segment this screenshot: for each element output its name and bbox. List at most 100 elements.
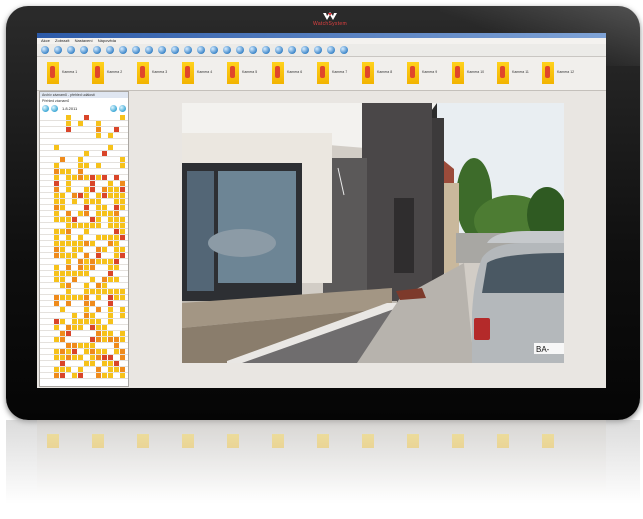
event-cell[interactable]	[108, 367, 113, 372]
event-cell[interactable]	[102, 187, 107, 192]
event-cell[interactable]	[114, 241, 119, 246]
event-cell[interactable]	[108, 265, 113, 270]
event-cell[interactable]	[90, 325, 95, 330]
camera-thumbnail[interactable]: Kamera 11	[497, 62, 541, 84]
camera-thumbnail[interactable]: Kamera 9	[407, 62, 451, 84]
event-cell[interactable]	[54, 295, 59, 300]
camera-thumbnail[interactable]: Kamera 6	[272, 62, 316, 84]
toolbar-button[interactable]	[262, 46, 270, 54]
event-cell[interactable]	[96, 349, 101, 354]
event-cell[interactable]	[66, 271, 71, 276]
event-cell[interactable]	[102, 259, 107, 264]
event-cell[interactable]	[96, 127, 101, 132]
event-cell[interactable]	[84, 151, 89, 156]
event-cell[interactable]	[66, 235, 71, 240]
event-cell[interactable]	[102, 193, 107, 198]
event-cell[interactable]	[66, 301, 71, 306]
event-cell[interactable]	[66, 343, 71, 348]
event-cell[interactable]	[72, 241, 77, 246]
event-cell[interactable]	[54, 205, 59, 210]
event-cell[interactable]	[54, 217, 59, 222]
event-cell[interactable]	[84, 307, 89, 312]
event-cell[interactable]	[60, 193, 65, 198]
event-cell[interactable]	[108, 319, 113, 324]
event-cell[interactable]	[54, 199, 59, 204]
toolbar-button[interactable]	[67, 46, 75, 54]
event-cell[interactable]	[96, 205, 101, 210]
event-cell[interactable]	[96, 193, 101, 198]
event-cell[interactable]	[108, 289, 113, 294]
event-cell[interactable]	[66, 127, 71, 132]
event-cell[interactable]	[60, 157, 65, 162]
event-cell[interactable]	[78, 163, 83, 168]
event-cell[interactable]	[114, 247, 119, 252]
event-cell[interactable]	[66, 283, 71, 288]
event-cell[interactable]	[108, 241, 113, 246]
event-cell[interactable]	[102, 373, 107, 378]
event-cell[interactable]	[114, 127, 119, 132]
event-cell[interactable]	[54, 325, 59, 330]
camera-view[interactable]: BA-	[182, 103, 564, 363]
event-cell[interactable]	[114, 193, 119, 198]
event-cell[interactable]	[66, 115, 71, 120]
event-cell[interactable]	[66, 331, 71, 336]
event-cell[interactable]	[114, 343, 119, 348]
event-cell[interactable]	[120, 115, 125, 120]
event-cell[interactable]	[54, 277, 59, 282]
event-cell[interactable]	[102, 175, 107, 180]
event-cell[interactable]	[78, 247, 83, 252]
event-cell[interactable]	[108, 331, 113, 336]
event-cell[interactable]	[108, 301, 113, 306]
event-cell[interactable]	[120, 187, 125, 192]
event-cell[interactable]	[90, 349, 95, 354]
event-cell[interactable]	[84, 199, 89, 204]
event-cell[interactable]	[84, 193, 89, 198]
event-cell[interactable]	[108, 181, 113, 186]
event-cell[interactable]	[90, 181, 95, 186]
event-cell[interactable]	[84, 241, 89, 246]
event-cell[interactable]	[120, 205, 125, 210]
event-cell[interactable]	[96, 307, 101, 312]
event-cell[interactable]	[114, 211, 119, 216]
event-cell[interactable]	[84, 229, 89, 234]
event-cell[interactable]	[66, 295, 71, 300]
event-cell[interactable]	[84, 295, 89, 300]
event-cell[interactable]	[60, 283, 65, 288]
event-cell[interactable]	[72, 217, 77, 222]
event-cell[interactable]	[108, 307, 113, 312]
event-cell[interactable]	[90, 289, 95, 294]
event-cell[interactable]	[66, 181, 71, 186]
event-cell[interactable]	[108, 223, 113, 228]
event-cell[interactable]	[72, 373, 77, 378]
event-cell[interactable]	[84, 163, 89, 168]
event-cell[interactable]	[72, 193, 77, 198]
event-cell[interactable]	[78, 271, 83, 276]
camera-thumbnail[interactable]: Kamera 10	[452, 62, 496, 84]
event-cell[interactable]	[120, 235, 125, 240]
event-cell[interactable]	[90, 361, 95, 366]
event-cell[interactable]	[114, 277, 119, 282]
event-cell[interactable]	[66, 211, 71, 216]
event-cell[interactable]	[54, 241, 59, 246]
event-cell[interactable]	[54, 193, 59, 198]
next-day-icon[interactable]	[119, 105, 126, 112]
event-cell[interactable]	[108, 235, 113, 240]
event-cell[interactable]	[66, 253, 71, 258]
event-cell[interactable]	[78, 157, 83, 162]
event-cell[interactable]	[102, 349, 107, 354]
event-cell[interactable]	[96, 223, 101, 228]
event-cell[interactable]	[72, 355, 77, 360]
event-cell[interactable]	[78, 169, 83, 174]
event-cell[interactable]	[60, 307, 65, 312]
event-cell[interactable]	[114, 367, 119, 372]
event-cell[interactable]	[96, 133, 101, 138]
event-cell[interactable]	[54, 265, 59, 270]
event-cell[interactable]	[78, 241, 83, 246]
event-cell[interactable]	[96, 319, 101, 324]
prev-hour-icon[interactable]	[51, 105, 58, 112]
event-cell[interactable]	[60, 229, 65, 234]
event-cell[interactable]	[114, 259, 119, 264]
event-cell[interactable]	[84, 289, 89, 294]
event-cell[interactable]	[90, 199, 95, 204]
event-cell[interactable]	[78, 319, 83, 324]
